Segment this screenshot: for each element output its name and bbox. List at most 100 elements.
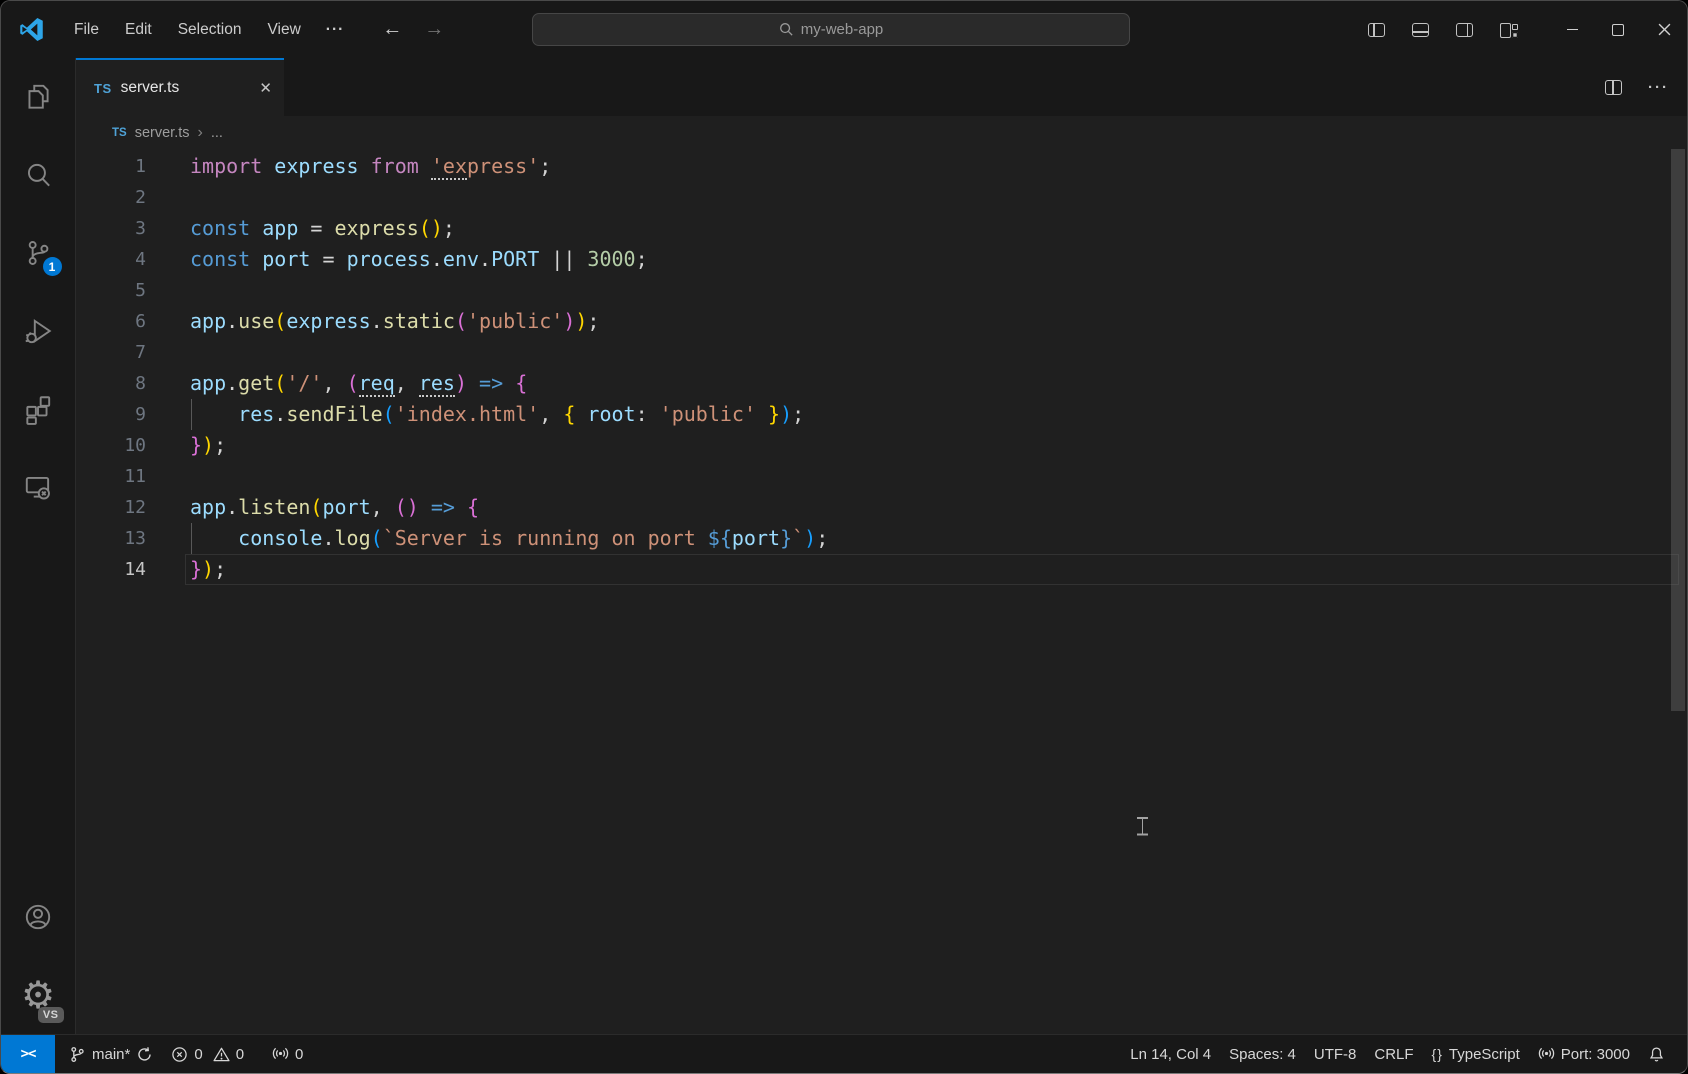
status-bar: >< main* 0 0 (1, 1034, 1687, 1073)
tab-label: server.ts (121, 79, 251, 97)
eol-label: CRLF (1374, 1046, 1413, 1063)
problems-item[interactable]: 0 0 (162, 1035, 253, 1073)
port-label: Port: 3000 (1561, 1046, 1630, 1063)
menu-item-selection[interactable]: Selection (165, 15, 255, 45)
port-item[interactable]: Port: 3000 (1529, 1035, 1639, 1073)
code-lines: 1 import express from 'express';23const a… (76, 151, 1687, 585)
code-editor[interactable]: 1 import express from 'express';23const a… (76, 149, 1687, 1034)
typescript-file-icon: TS (94, 81, 112, 96)
extensions-icon[interactable] (1, 370, 76, 448)
editor-scrollbar[interactable] (1671, 149, 1685, 711)
account-icon[interactable] (1, 878, 76, 956)
code-line-content[interactable]: res.sendFile('index.html', { root: 'publ… (190, 399, 1687, 430)
breadcrumb-symbol[interactable]: ... (211, 125, 223, 141)
code-line-content[interactable] (190, 461, 1687, 492)
code-line[interactable]: 12 app.listen(port, () => { (76, 492, 1687, 523)
eol-item[interactable]: CRLF (1365, 1035, 1422, 1073)
search-icon (779, 22, 794, 37)
title-bar: File Edit Selection View ··· ← → my-web-… (1, 1, 1687, 58)
split-editor-icon[interactable] (1605, 80, 1622, 95)
branch-label: main* (92, 1046, 130, 1063)
settings-gear-icon[interactable]: ⚙ VS (1, 956, 76, 1034)
line-number: 12 (76, 492, 146, 523)
code-line-content[interactable]: }); (190, 554, 1687, 585)
code-line[interactable]: 6app.use(express.static('public')); (76, 306, 1687, 337)
line-number: 9 (76, 399, 146, 430)
code-line-content[interactable] (190, 275, 1687, 306)
run-debug-icon[interactable] (1, 292, 76, 370)
code-line-content[interactable]: console.log(`Server is running on port $… (190, 523, 1687, 554)
toggle-secondary-sidebar-icon[interactable] (1456, 23, 1473, 37)
maximize-button[interactable] (1595, 1, 1641, 58)
code-line[interactable]: 7 (76, 337, 1687, 368)
mouse-ibeam-cursor (1136, 815, 1149, 837)
code-line[interactable]: 4const port = process.env.PORT || 3000; (76, 244, 1687, 275)
source-control-icon[interactable]: 1 (1, 214, 76, 292)
search-view-icon[interactable] (1, 136, 76, 214)
menu-item-edit[interactable]: Edit (112, 15, 165, 45)
encoding-label: UTF-8 (1314, 1046, 1357, 1063)
code-line[interactable]: 9 res.sendFile('index.html', { root: 'pu… (76, 399, 1687, 430)
forwarded-ports-item[interactable]: 0 (263, 1035, 312, 1073)
code-line-content[interactable]: import express from 'express'; (190, 151, 1687, 182)
menu-bar: File Edit Selection View ··· (61, 15, 356, 45)
minimize-button[interactable] (1549, 1, 1595, 58)
code-line[interactable]: 5 (76, 275, 1687, 306)
tab-server-ts[interactable]: TS server.ts ✕ (76, 58, 284, 116)
language-item[interactable]: {} TypeScript (1423, 1035, 1529, 1073)
indentation-item[interactable]: Spaces: 4 (1220, 1035, 1305, 1073)
explorer-icon[interactable] (1, 58, 76, 136)
line-number: 13 (76, 523, 146, 554)
notifications-bell[interactable] (1639, 1035, 1679, 1073)
code-line-content[interactable] (190, 182, 1687, 213)
sync-icon (136, 1046, 153, 1063)
customize-layout-icon[interactable] (1500, 22, 1519, 38)
menu-item-view[interactable]: View (254, 15, 313, 45)
code-line-content[interactable]: app.get('/', (req, res) => { (190, 368, 1687, 399)
code-line[interactable]: 14}); (76, 554, 1687, 585)
close-button[interactable] (1641, 1, 1687, 58)
code-line-content[interactable]: }); (190, 430, 1687, 461)
toggle-primary-sidebar-icon[interactable] (1368, 23, 1385, 37)
branch-item[interactable]: main* (55, 1035, 162, 1073)
command-center-search[interactable]: my-web-app (532, 13, 1130, 46)
broadcast-icon (272, 1046, 289, 1063)
breadcrumb-ts-icon: TS (112, 127, 127, 139)
code-line[interactable]: 10}); (76, 430, 1687, 461)
encoding-item[interactable]: UTF-8 (1305, 1035, 1366, 1073)
code-line[interactable]: 8app.get('/', (req, res) => { (76, 368, 1687, 399)
code-line[interactable]: 3const app = express(); (76, 213, 1687, 244)
remote-icon: >< (21, 1046, 36, 1062)
remote-indicator[interactable]: >< (1, 1035, 55, 1073)
code-line[interactable]: 13 console.log(`Server is running on por… (76, 523, 1687, 554)
forward-button[interactable]: → (424, 18, 444, 41)
remote-explorer-icon[interactable] (1, 448, 76, 526)
breadcrumb[interactable]: TS server.ts › ... (76, 116, 1687, 149)
vs-cursor-badge: VS (38, 1007, 64, 1023)
menu-item-file[interactable]: File (61, 15, 112, 45)
code-line-content[interactable]: app.listen(port, () => { (190, 492, 1687, 523)
cursor-position-item[interactable]: Ln 14, Col 4 (1121, 1035, 1220, 1073)
source-control-badge: 1 (43, 257, 62, 276)
code-line-content[interactable] (190, 337, 1687, 368)
code-line[interactable]: 2 (76, 182, 1687, 213)
back-button[interactable]: ← (382, 18, 402, 41)
line-number: 1 (76, 151, 146, 182)
more-menus-button[interactable]: ··· (314, 15, 357, 45)
errors-icon (171, 1046, 188, 1063)
line-number: 14 (76, 554, 146, 585)
toggle-panel-icon[interactable] (1412, 23, 1429, 37)
bell-icon (1648, 1046, 1665, 1063)
tab-close-icon[interactable]: ✕ (259, 79, 272, 97)
code-line-content[interactable]: const app = express(); (190, 213, 1687, 244)
editor-actions: ··· (1605, 58, 1669, 116)
titlebar-right (1368, 1, 1687, 58)
code-line-content[interactable]: app.use(express.static('public')); (190, 306, 1687, 337)
history-nav: ← → (382, 18, 444, 41)
editor-more-actions-icon[interactable]: ··· (1648, 79, 1669, 96)
breadcrumb-file[interactable]: server.ts (135, 125, 190, 141)
line-number: 7 (76, 337, 146, 368)
code-line[interactable]: 1 import express from 'express'; (76, 151, 1687, 182)
code-line-content[interactable]: const port = process.env.PORT || 3000; (190, 244, 1687, 275)
code-line[interactable]: 11 (76, 461, 1687, 492)
